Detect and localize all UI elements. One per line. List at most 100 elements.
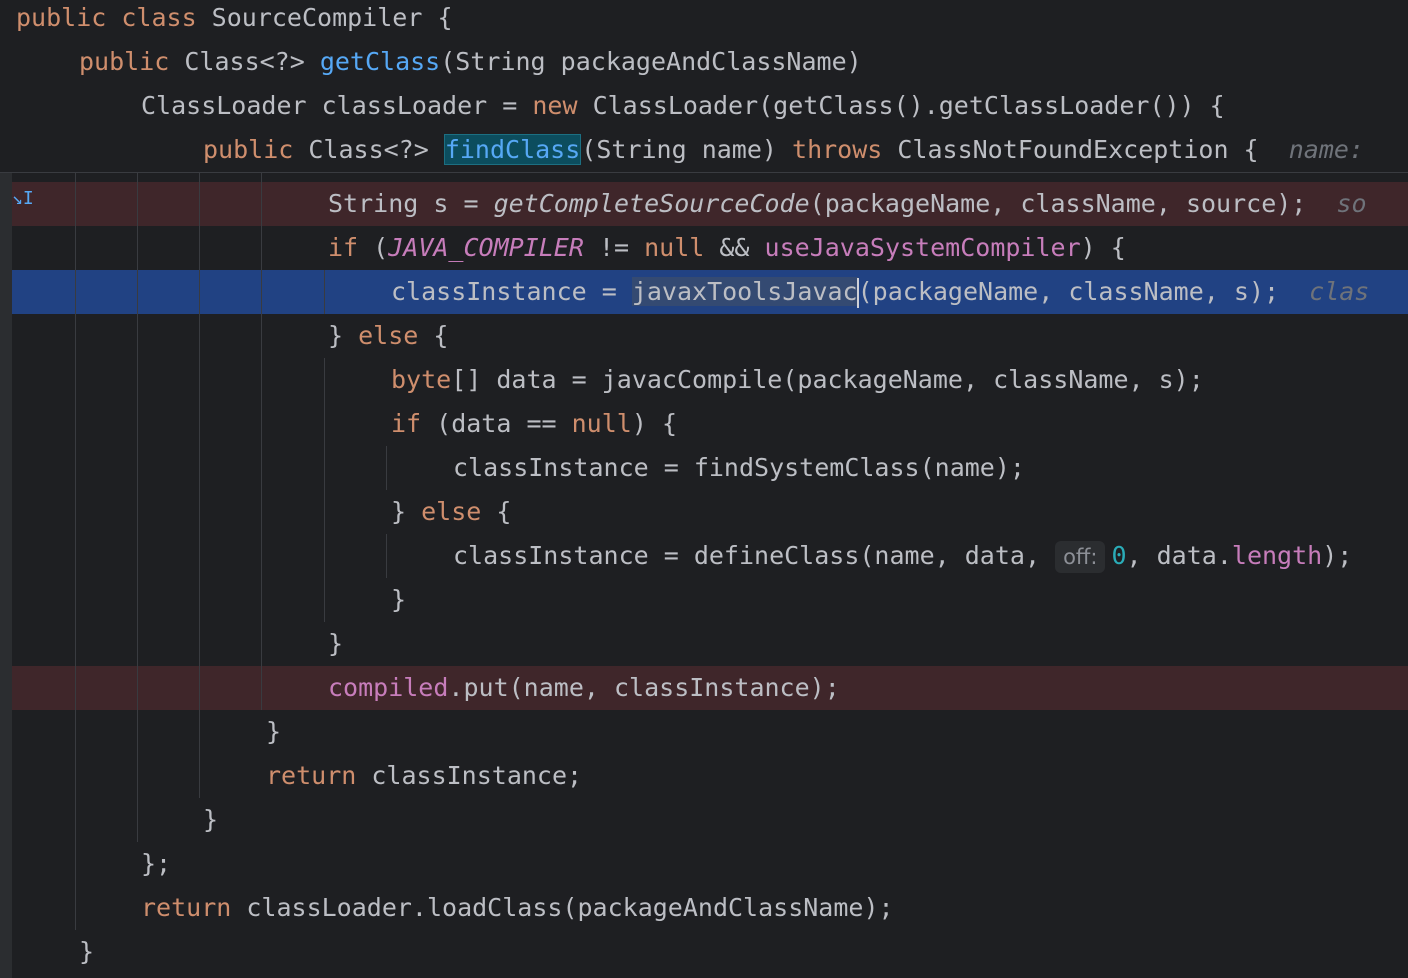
code-line[interactable]: return classInstance; xyxy=(0,754,1408,798)
code-text: return classLoader.loadClass(packageAndC… xyxy=(141,886,894,930)
step-into-icon[interactable]: ↘I xyxy=(12,189,34,209)
code-line[interactable]: classInstance = findSystemClass(name); xyxy=(0,446,1408,490)
code-token: Class<?> xyxy=(184,47,320,76)
code-line[interactable]: } else { xyxy=(0,490,1408,534)
code-token: } xyxy=(266,717,282,746)
code-line[interactable]: if (JAVA_COMPILER != null && useJavaSyst… xyxy=(0,226,1408,270)
code-editor[interactable]: public class SourceCompiler { public Cla… xyxy=(0,0,1408,978)
code-text: } else { xyxy=(328,314,448,358)
code-token: classLoader.loadClass(packageAndClassNam… xyxy=(246,893,894,922)
code-token: JAVA_COMPILER xyxy=(388,233,584,262)
code-token: public xyxy=(203,135,309,164)
code-line[interactable]: classInstance = defineClass(name, data, … xyxy=(0,534,1408,578)
sticky-line[interactable]: public Class<?> findClass(String name) t… xyxy=(0,128,1408,172)
code-line[interactable]: } xyxy=(0,798,1408,842)
indent-guide xyxy=(75,172,76,930)
code-line-breakpoint[interactable]: compiled.put(name, classInstance); xyxy=(0,666,1408,710)
code-token: byte xyxy=(391,365,452,394)
indent-guide xyxy=(324,358,325,622)
code-token: public xyxy=(16,3,122,32)
code-token: public xyxy=(79,47,185,76)
code-text: if (JAVA_COMPILER != null && useJavaSyst… xyxy=(328,226,1126,270)
code-token: classInstance = findSystemClass(name); xyxy=(453,453,1025,482)
code-token: useJavaSystemCompiler xyxy=(764,233,1081,262)
code-token: (packageName, className, s); xyxy=(857,277,1310,306)
code-text: }; xyxy=(141,842,171,886)
code-token: classInstance = xyxy=(391,277,632,306)
code-token: SourceCompiler { xyxy=(211,3,453,32)
code-token: ( xyxy=(373,233,389,262)
indent-guide xyxy=(386,446,387,490)
code-token: name: xyxy=(1288,135,1364,164)
code-line[interactable]: byte[] data = javacCompile(packageName, … xyxy=(0,358,1408,402)
code-token: } xyxy=(391,585,407,614)
code-text: String s = getCompleteSourceCode(package… xyxy=(328,182,1367,226)
code-token: } xyxy=(328,321,359,350)
code-token: return xyxy=(141,893,247,922)
code-text: } xyxy=(79,930,94,974)
code-token: throws xyxy=(792,135,898,164)
code-token: ClassLoader(getClass().getClassLoader())… xyxy=(592,91,1225,120)
code-token: (data == xyxy=(436,409,572,438)
code-token: { xyxy=(481,497,512,526)
code-token: null xyxy=(644,233,705,262)
code-token: != xyxy=(583,233,645,262)
code-text: } else { xyxy=(391,490,511,534)
code-text: classInstance = javaxToolsJavac(packageN… xyxy=(391,270,1369,314)
code-text: classInstance = defineClass(name, data, … xyxy=(453,534,1352,578)
code-token: , data. xyxy=(1126,541,1232,570)
sticky-line[interactable]: public Class<?> getClass(String packageA… xyxy=(0,40,1408,84)
code-line[interactable]: if (data == null) { xyxy=(0,402,1408,446)
code-token: [] data = javacCompile(packageName, clas… xyxy=(451,365,1204,394)
code-token: classInstance = defineClass(name, data, xyxy=(453,541,1056,570)
code-token: String s = xyxy=(328,189,494,218)
code-token: && xyxy=(704,233,765,262)
code-token: new xyxy=(532,91,593,120)
code-token: (String packageAndClassName) xyxy=(440,47,862,76)
code-line-breakpoint[interactable]: String s = getCompleteSourceCode(package… xyxy=(0,182,1408,226)
code-line-current[interactable]: classInstance = javaxToolsJavac(packageN… xyxy=(0,270,1408,314)
code-token: ); xyxy=(1322,541,1353,570)
inlay-hint: off: xyxy=(1055,541,1106,573)
code-line[interactable]: return classLoader.loadClass(packageAndC… xyxy=(0,886,1408,930)
code-text: } xyxy=(328,622,343,666)
gutter[interactable] xyxy=(0,172,12,978)
sticky-line[interactable]: public class SourceCompiler { xyxy=(0,0,1408,40)
code-text: public Class<?> getClass(String packageA… xyxy=(79,40,862,84)
code-token: findClass xyxy=(443,134,582,165)
code-token: clas xyxy=(1309,277,1370,306)
code-token: 0 xyxy=(1111,541,1127,570)
indent-guide xyxy=(199,172,200,798)
code-line[interactable]: } xyxy=(0,578,1408,622)
code-token: if xyxy=(391,409,437,438)
code-text: classInstance = findSystemClass(name); xyxy=(453,446,1025,490)
indent-guide xyxy=(137,172,138,842)
code-token: so xyxy=(1336,189,1367,218)
code-token: .put(name, classInstance); xyxy=(448,673,840,702)
code-token: length xyxy=(1231,541,1323,570)
code-token: } xyxy=(391,497,422,526)
code-line[interactable]: } xyxy=(0,622,1408,666)
code-token: ) { xyxy=(631,409,677,438)
sticky-scroll-header[interactable]: public class SourceCompiler { public Cla… xyxy=(0,0,1408,173)
code-token: }; xyxy=(141,849,172,878)
code-token: { xyxy=(418,321,449,350)
code-token: classInstance; xyxy=(371,761,583,790)
code-line[interactable]: } else { xyxy=(0,314,1408,358)
indent-guide xyxy=(261,172,262,710)
code-text: byte[] data = javacCompile(packageName, … xyxy=(391,358,1204,402)
code-token: ClassNotFoundException { xyxy=(897,135,1289,164)
code-text: } xyxy=(266,710,281,754)
code-token: else xyxy=(358,321,419,350)
code-token: Class<?> xyxy=(308,135,444,164)
code-text: ClassLoader classLoader = new ClassLoade… xyxy=(141,84,1225,128)
code-line[interactable]: } xyxy=(0,930,1408,974)
code-token: } xyxy=(328,629,344,658)
code-line[interactable]: } xyxy=(0,710,1408,754)
code-token: return xyxy=(266,761,372,790)
code-line[interactable]: }; xyxy=(0,842,1408,886)
indent-guide xyxy=(324,270,325,314)
code-text: public class SourceCompiler { xyxy=(16,0,453,40)
sticky-line[interactable]: ClassLoader classLoader = new ClassLoade… xyxy=(0,84,1408,128)
code-token: if xyxy=(328,233,374,262)
